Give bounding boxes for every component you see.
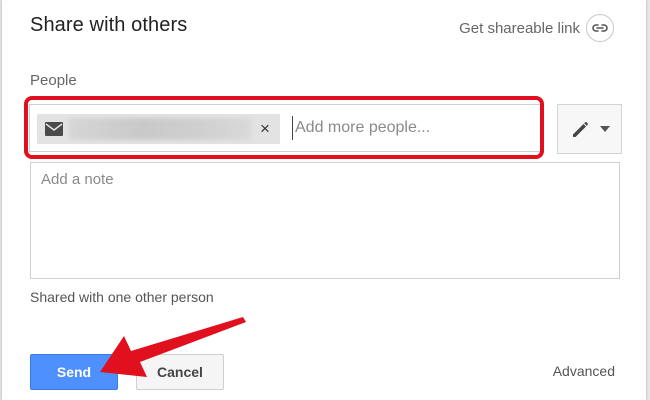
shared-status: Shared with one other person	[30, 289, 214, 305]
add-people-input[interactable]	[292, 116, 525, 140]
redacted-recipient	[69, 118, 251, 140]
dialog-title: Share with others	[30, 14, 188, 36]
link-icon[interactable]	[586, 14, 614, 42]
caret-down-icon	[599, 126, 610, 132]
get-shareable-link[interactable]: Get shareable link	[459, 14, 614, 42]
permission-dropdown[interactable]	[557, 104, 622, 154]
shareable-link-label: Get shareable link	[459, 19, 580, 37]
share-dialog: Share with others Get shareable link Peo…	[2, 0, 646, 400]
note-textarea[interactable]	[30, 162, 620, 279]
pencil-icon	[572, 122, 588, 137]
remove-recipient-icon[interactable]: ×	[256, 119, 274, 139]
send-button[interactable]: Send	[30, 354, 118, 390]
cancel-button[interactable]: Cancel	[136, 354, 224, 390]
people-label: People	[30, 72, 77, 89]
advanced-link[interactable]: Advanced	[553, 363, 615, 379]
mail-icon	[45, 122, 63, 136]
recipient-chip[interactable]: ×	[37, 114, 280, 144]
people-field[interactable]: ×	[29, 104, 541, 152]
